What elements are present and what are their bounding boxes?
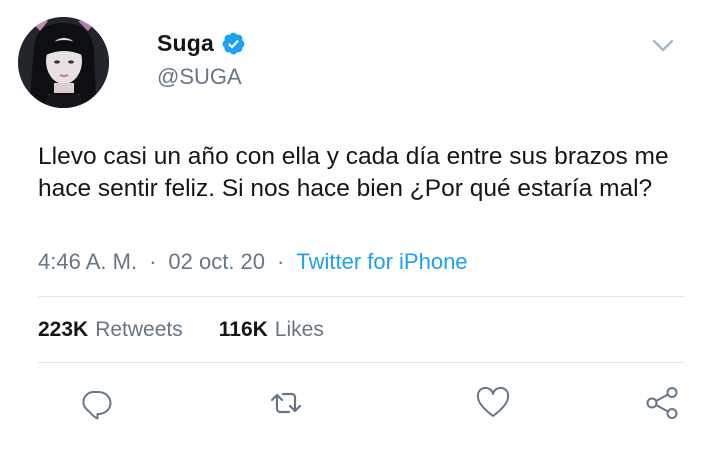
tweet-stats: 223K Retweets 116K Likes	[38, 318, 324, 342]
tweet-card: Suga @SUGA Llevo casi un año con ella y …	[0, 0, 720, 452]
chevron-down-icon[interactable]	[652, 38, 674, 54]
meta-separator: ·	[149, 249, 157, 274]
likes-count: 116K	[218, 318, 268, 341]
name-row: Suga	[157, 30, 246, 57]
meta-separator: ·	[277, 249, 285, 274]
retweet-icon[interactable]	[268, 385, 304, 421]
share-icon[interactable]	[644, 385, 680, 421]
tweet-meta: 4:46 A. M. · 02 oct. 20 · Twitter for iP…	[38, 249, 468, 275]
likes-stat[interactable]: 116K Likes	[219, 318, 324, 342]
tweet-text: Llevo casi un año con ella y cada día en…	[38, 143, 669, 202]
avatar-image	[18, 17, 109, 108]
user-handle[interactable]: @SUGA	[157, 64, 242, 90]
tweet-time[interactable]: 4:46 A. M.	[38, 249, 137, 275]
avatar[interactable]	[18, 17, 109, 108]
retweets-stat[interactable]: 223K Retweets	[38, 318, 183, 342]
tweet-source-link[interactable]: Twitter for iPhone	[296, 249, 467, 275]
likes-label: Likes	[274, 318, 324, 341]
tweet-date[interactable]: 02 oct. 20	[168, 249, 265, 275]
display-name[interactable]: Suga	[157, 30, 214, 57]
like-icon[interactable]	[475, 385, 511, 421]
divider	[38, 296, 685, 297]
retweets-count: 223K	[38, 318, 89, 341]
reply-icon[interactable]	[78, 385, 114, 421]
divider	[38, 362, 685, 363]
retweets-label: Retweets	[95, 318, 183, 341]
verified-badge-icon	[221, 31, 246, 56]
